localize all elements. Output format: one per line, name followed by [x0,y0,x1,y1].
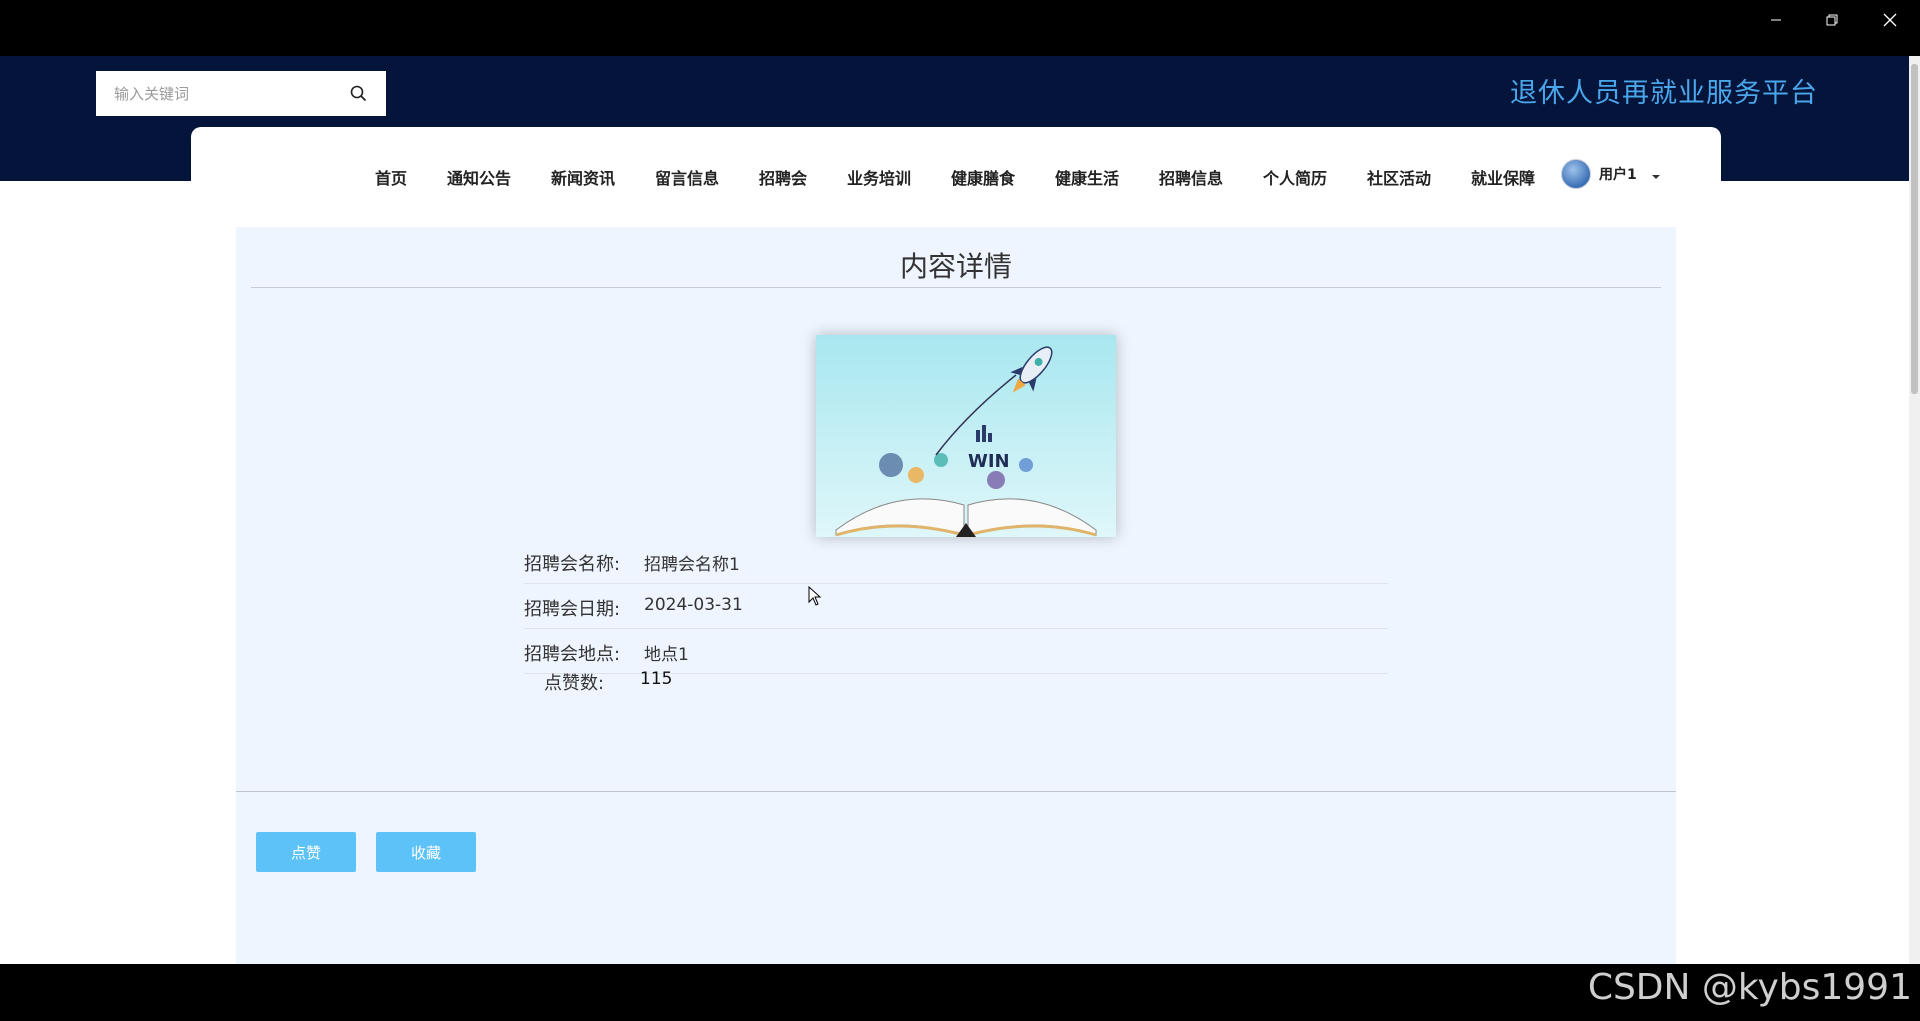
nav-item-resume[interactable]: 个人简历 [1263,165,1327,189]
nav-item-job-info[interactable]: 招聘信息 [1159,165,1223,189]
nav-item-news[interactable]: 新闻资讯 [551,165,615,189]
field-row-date: 招聘会日期: 2024-03-31 [524,585,1388,629]
search-box [96,71,386,116]
nav-item-healthy-life[interactable]: 健康生活 [1055,165,1119,189]
field-label: 招聘会日期: [524,599,621,620]
likes-count: 115 [640,669,673,689]
close-icon[interactable] [1868,6,1912,34]
field-value: 地点1 [644,645,689,665]
field-row-location: 招聘会地点: 地点1 [524,630,1388,674]
nav-item-community[interactable]: 社区活动 [1367,165,1431,189]
avatar [1561,159,1591,189]
title-divider [251,287,1661,288]
field-value: 招聘会名称1 [644,555,740,575]
scrollbar-thumb[interactable] [1911,64,1918,394]
page-title: 内容详情 [899,250,1012,283]
nav-item-healthy-diet[interactable]: 健康膳食 [951,165,1015,189]
like-button[interactable]: 点赞 [256,832,356,872]
user-name: 用户1 [1599,167,1637,183]
cover-image: WIN [816,335,1116,537]
field-value: 2024-03-31 [644,595,743,615]
nav-card: 首页 通知公告 新闻资讯 留言信息 招聘会 业务培训 健康膳食 健康生活 招聘信… [191,127,1721,217]
search-icon[interactable] [348,84,368,104]
favorite-button[interactable]: 收藏 [376,832,476,872]
field-label: 招聘会名称: [524,554,621,575]
field-row-name: 招聘会名称: 招聘会名称1 [524,540,1388,584]
page-viewport: 退休人员再就业服务平台 首页 通知公告 新闻资讯 留言信息 招聘会 业务培训 健… [0,56,1920,964]
main-nav: 首页 通知公告 新闻资讯 留言信息 招聘会 业务培训 健康膳食 健康生活 招聘信… [191,157,1721,197]
vertical-scrollbar[interactable] [1909,56,1920,964]
bottom-bar: CSDN @kybs1991 [0,964,1920,1021]
nav-item-job-fair[interactable]: 招聘会 [759,165,807,189]
detail-panel: 内容详情 WIN 招聘会名称: 招聘会名称1 招聘会日期: 2024-03-31… [236,227,1676,964]
nav-item-training[interactable]: 业务培训 [847,165,911,189]
nav-item-messages[interactable]: 留言信息 [655,165,719,189]
nav-item-employment[interactable]: 就业保障 [1471,165,1535,189]
watermark: CSDN @kybs1991 [1587,967,1912,1008]
field-label: 招聘会地点: [524,644,621,665]
caret-down-icon [1651,165,1661,184]
nav-item-home[interactable]: 首页 [375,165,407,189]
search-input[interactable] [114,84,348,103]
minimize-icon[interactable] [1754,6,1798,34]
nav-item-notices[interactable]: 通知公告 [447,165,511,189]
user-menu[interactable]: 用户1 [1561,159,1661,189]
window-titlebar [0,0,1920,56]
likes-label: 点赞数: [544,673,605,694]
mouse-cursor-icon [808,585,822,610]
cover-win-text: WIN [968,451,1010,472]
section-divider [236,791,1676,792]
restore-icon[interactable] [1810,6,1854,34]
platform-title: 退休人员再就业服务平台 [1510,78,1818,109]
